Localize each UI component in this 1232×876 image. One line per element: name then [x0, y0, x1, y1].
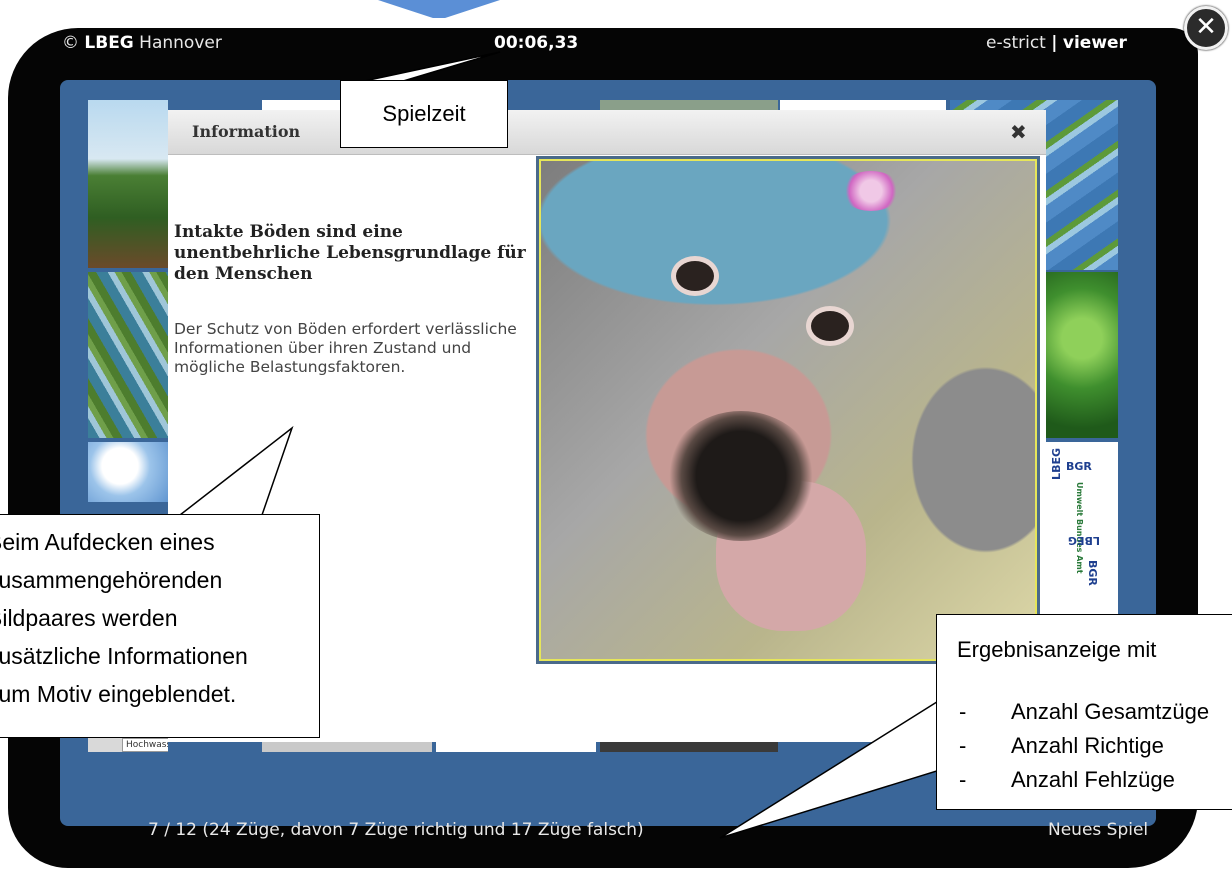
info-callout-line: zum Motiv eingeblendet. — [0, 681, 237, 707]
motif-photo-frame — [536, 156, 1040, 664]
info-callout-line: zusammengehörenden — [0, 567, 223, 593]
card-logos[interactable]: BGR LBEG Umwelt Bundes Amt LBEG BGR — [1046, 442, 1118, 614]
result-callout-item: - Anzahl Gesamtzüge — [959, 699, 1210, 724]
viewer-brand: e-strict | viewer — [986, 30, 1127, 56]
logo-bgr-2: BGR — [1086, 560, 1099, 586]
info-callout-line: Beim Aufdecken eines — [0, 529, 215, 555]
info-callout-line: Bildpaares werden — [0, 605, 178, 631]
dialog-titlebar[interactable]: Information ✖ — [168, 110, 1046, 155]
logo-bgr: BGR — [1066, 460, 1092, 473]
result-status: 7 / 12 (24 Züge, davon 7 Züge richtig un… — [148, 820, 644, 840]
dialog-title: Information — [192, 122, 301, 141]
info-text: Der Schutz von Böden erfordert verlässli… — [174, 320, 517, 376]
card-top-2[interactable] — [600, 100, 778, 110]
brand-viewer: viewer — [1062, 33, 1127, 53]
brand-estrict: e-strict — [986, 33, 1046, 53]
card-farm[interactable] — [88, 100, 168, 268]
photo-eye-right — [806, 306, 854, 346]
close-viewer-button[interactable]: ✕ — [1184, 6, 1228, 50]
card-sky[interactable] — [88, 442, 168, 502]
result-callout-title: Ergebnisanzeige mit — [957, 637, 1157, 662]
motif-photo — [539, 159, 1037, 661]
timer-callout-text: Spielzeit — [382, 101, 466, 126]
logo-lbeg-2: LBEG — [1068, 534, 1100, 547]
result-callout-list: - Anzahl Gesamtzüge - Anzahl Richtige - Anz… — [959, 695, 1209, 797]
card-bottom-3[interactable] — [600, 742, 778, 752]
result-callout-item: - Anzahl Richtige — [959, 733, 1164, 758]
info-heading: Intakte Böden sind eine unentbehrliche L… — [174, 222, 526, 284]
game-timer: 00:06,33 — [494, 33, 579, 53]
info-callout: Beim Aufdecken eines zusammengehörenden … — [0, 514, 320, 738]
screenshot-stage: © LBEG Hannover 00:06,33 e-strict | view… — [0, 0, 1232, 876]
timer-callout: Spielzeit — [340, 80, 508, 148]
card-wheat[interactable] — [88, 272, 168, 438]
hat-flower-decoration — [841, 171, 901, 211]
result-callout-item: - Anzahl Fehlzüge — [959, 767, 1175, 792]
brand-separator: | — [1051, 33, 1058, 53]
copyright-brand: LBEG — [84, 33, 134, 53]
dialog-close-icon[interactable]: ✖ — [1010, 120, 1027, 144]
close-icon: ✕ — [1195, 12, 1217, 42]
new-game-link[interactable]: Neues Spiel — [1048, 820, 1148, 840]
photo-eye-left — [671, 256, 719, 296]
logo-uba: Umwelt Bundes Amt — [1075, 482, 1084, 574]
card-hochwasser-label: Hochwass — [122, 738, 168, 752]
photo-dirt — [666, 411, 816, 541]
copyright-city: Hannover — [133, 33, 222, 53]
info-callout-line: zusätzliche Informationen — [0, 643, 248, 669]
card-bottom-1[interactable] — [262, 742, 432, 752]
card-bottom-2[interactable] — [436, 742, 596, 752]
arrow-decoration — [378, 0, 500, 18]
card-top-3[interactable] — [780, 100, 946, 110]
result-callout: Ergebnisanzeige mit - Anzahl Gesamtzüge -… — [936, 614, 1232, 810]
card-tree[interactable] — [1046, 272, 1118, 438]
copyright-label: © LBEG Hannover — [62, 33, 222, 53]
logo-lbeg: LBEG — [1050, 448, 1063, 480]
